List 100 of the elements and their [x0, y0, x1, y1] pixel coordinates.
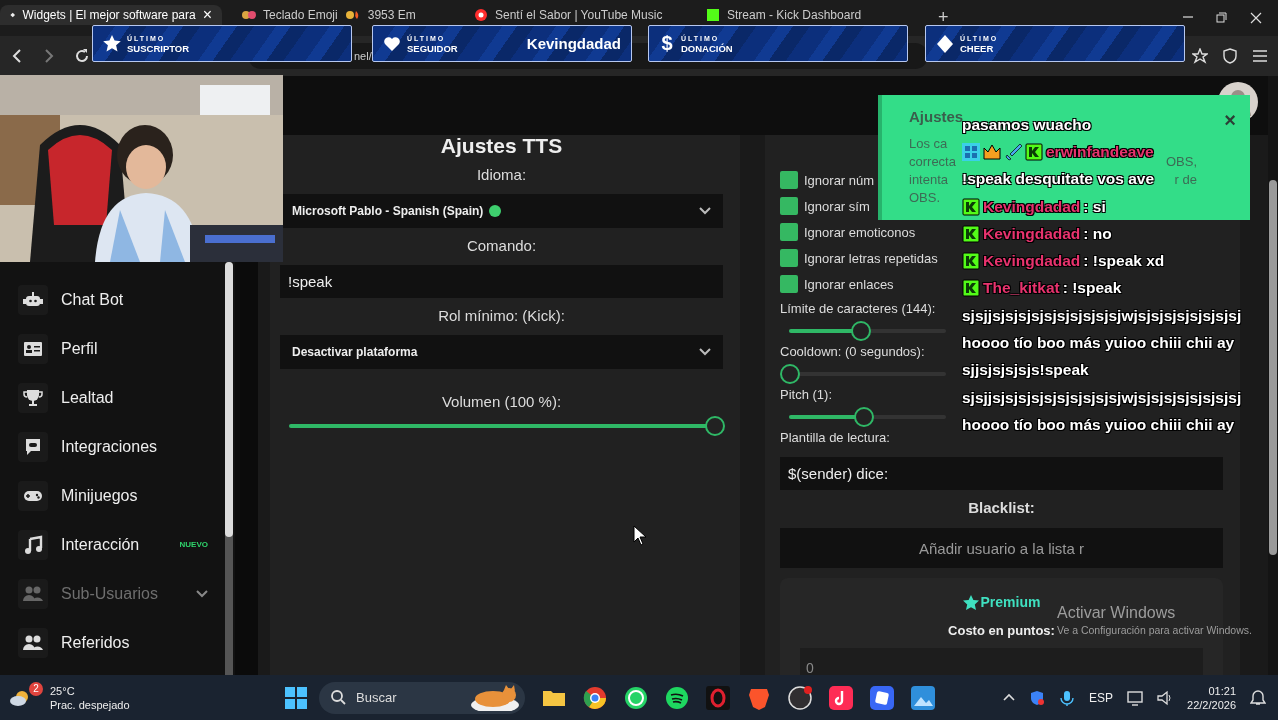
chat-username: Kevingdadad — [983, 223, 1081, 244]
number-field[interactable]: 0 — [800, 647, 1203, 675]
toast-title: Ajustes — [909, 108, 964, 125]
tab-favicon-icon — [474, 8, 488, 22]
text-field[interactable]: !speak — [280, 265, 723, 298]
temperature-text: 25°C — [50, 683, 76, 698]
checkbox[interactable] — [780, 197, 798, 215]
sidebar-item[interactable]: Interacción NUEVO — [0, 520, 218, 569]
gamepad-icon — [18, 480, 48, 511]
checkbox[interactable] — [780, 249, 798, 267]
star-icon — [103, 34, 121, 53]
chat-username: Kevingdadad — [983, 196, 1081, 217]
users-icon — [18, 627, 48, 658]
watermark-title: Activar Windows — [1057, 603, 1177, 623]
chat-username: erwinfandeave — [1046, 141, 1154, 162]
users-icon — [18, 578, 48, 609]
browser-tab[interactable]: Stream - Kick Dashboard — [696, 5, 918, 25]
alert-label: DONACIÓN — [681, 43, 733, 54]
language-indicator[interactable]: ESP — [1089, 690, 1114, 705]
checkbox-label: Ignorar enlaces — [804, 276, 894, 292]
browser-tab[interactable]: Teclado Emoji 3953 Em — [232, 5, 454, 25]
scrollbar[interactable] — [1268, 76, 1278, 675]
watermark-text: Ve a Configuración para activar Windows. — [1057, 623, 1252, 637]
field-label: Límite de caracteres (144): — [780, 300, 936, 318]
chat-message: pasamos wuacho — [962, 115, 1092, 135]
checkbox[interactable] — [780, 171, 798, 189]
emoji-icon — [344, 9, 361, 21]
checkbox-label: Ignorar emoticonos — [804, 224, 916, 240]
menu-icon[interactable] — [1252, 48, 1268, 64]
app-icon[interactable] — [665, 685, 689, 710]
checkbox[interactable] — [780, 223, 798, 241]
close-icon[interactable]: × — [202, 6, 212, 24]
app-icon[interactable] — [829, 685, 853, 710]
slider-thumb[interactable] — [780, 364, 800, 384]
sidebar-item[interactable]: Minijuegos — [0, 471, 218, 520]
tab-favicon-icon — [706, 8, 720, 22]
slider-thumb[interactable] — [705, 416, 725, 436]
chat-username: Kevingdadad — [983, 251, 1081, 272]
monitor-icon[interactable] — [1127, 689, 1144, 706]
chevron-up-icon[interactable] — [1003, 693, 1016, 702]
back-icon[interactable] — [10, 48, 24, 64]
text-field[interactable]: Añadir usuario a la lista r — [780, 528, 1223, 568]
chat-message: : !speak — [1062, 278, 1122, 299]
sidebar-item[interactable]: Perfil — [0, 324, 218, 373]
chat-username: The_kitkat — [983, 278, 1060, 299]
weather-text: Prac. despejado — [50, 697, 130, 712]
browser-tab[interactable]: Widgets | El mejor software para × — [0, 5, 222, 25]
field-label: Pitch (1): — [780, 386, 832, 404]
sidebar-item[interactable]: Lealtad — [0, 373, 218, 422]
clock-date[interactable]: 22/2/2026 — [1187, 697, 1236, 712]
chat-message: sjsjjsjsjsjsjsjsjsjsjsjsjwjsjsjsjsjsjsjsjsj — [962, 305, 1242, 326]
reload-icon[interactable] — [74, 48, 90, 64]
dropdown[interactable]: Microsoft Pablo - Spanish (Spain) — [280, 194, 723, 228]
chat-message: !speak desquitate vos ave — [962, 169, 1155, 190]
checkbox[interactable] — [780, 275, 798, 293]
chat-message: hoooo tío boo más yuioo chiii chii ay — [962, 414, 1235, 435]
new-tab-button[interactable]: + — [938, 7, 949, 28]
notification-badge: 2 — [29, 681, 43, 696]
clock-time[interactable]: 01:21 — [1208, 683, 1236, 698]
chevron-down-icon — [699, 348, 711, 356]
toast-text: Los ca — [909, 135, 948, 153]
shield-icon[interactable] — [1222, 48, 1238, 64]
toast-text: intenta — [909, 171, 949, 189]
alert-value: Kevingdadad — [526, 35, 621, 52]
microphone-icon[interactable] — [1059, 689, 1076, 706]
sidebar-item[interactable]: Integraciones — [0, 422, 218, 471]
restore-icon[interactable] — [1216, 12, 1228, 23]
forward-icon[interactable] — [42, 48, 56, 64]
diamond-icon — [936, 34, 954, 53]
app-icon[interactable] — [911, 685, 935, 710]
field-label: Blacklist: — [967, 498, 1036, 518]
browser-tab[interactable]: Sentí el Sabor | YouTube Music — [464, 5, 686, 25]
bookmark-star-icon[interactable] — [1192, 48, 1208, 64]
sidebar-item[interactable]: Referidos — [0, 618, 218, 667]
id-card-icon — [18, 333, 48, 364]
dropdown[interactable]: Desactivar plataforma — [280, 335, 723, 369]
dollar-sign: $ — [660, 32, 674, 55]
slider-thumb[interactable] — [853, 407, 874, 427]
search-field[interactable]: Buscar — [319, 681, 525, 714]
checkbox-label: Ignorar núm — [804, 172, 875, 188]
premium-label: Premium — [962, 592, 1041, 612]
chat-message: sjjsjsjsjsjs!speak — [962, 360, 1089, 381]
sidebar-item[interactable]: Chat Bot — [0, 275, 218, 324]
start-icon[interactable] — [285, 686, 307, 709]
toast-text: r de — [1174, 171, 1197, 189]
field-label: Cooldown: (0 segundos): — [780, 343, 925, 361]
app-icon[interactable] — [583, 685, 607, 710]
chat-message: sjsjjsjsjsjsjsjsjsjsjsjsjwjsjsjsjsjsjsjsjsj — [962, 387, 1242, 408]
alert-label: SEGUIDOR — [407, 43, 458, 54]
close-icon[interactable] — [1250, 12, 1262, 24]
text-field[interactable]: $(sender) dice: — [780, 457, 1223, 490]
speaker-icon[interactable] — [1157, 689, 1174, 706]
app-icon[interactable] — [624, 685, 648, 710]
scrollbar[interactable] — [225, 262, 233, 675]
slider-thumb[interactable] — [850, 321, 871, 341]
app-icon[interactable] — [870, 685, 894, 710]
new-label: NUEVO — [179, 540, 208, 549]
app-icon[interactable] — [788, 685, 812, 710]
close-button[interactable]: × — [1224, 111, 1236, 129]
bell-icon[interactable] — [1250, 689, 1266, 706]
